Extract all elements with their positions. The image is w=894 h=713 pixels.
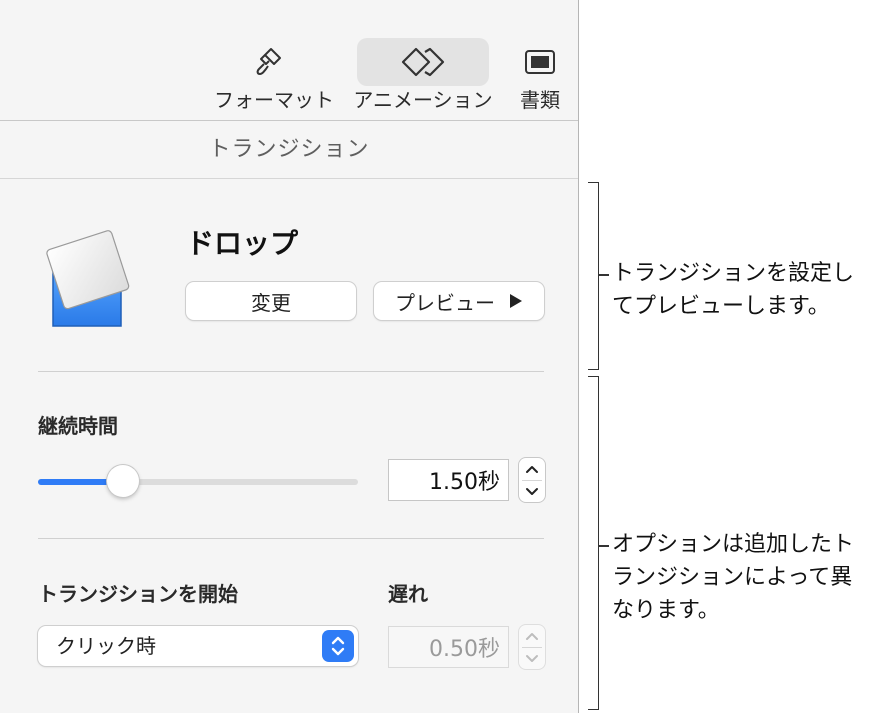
duration-label: 継続時間 <box>38 414 118 438</box>
format-tab[interactable]: フォーマット <box>214 38 334 112</box>
callout-bottom-line2: ランジションによって異 <box>612 565 853 590</box>
select-arrows-icon <box>322 630 354 662</box>
callout-top-line1: トランジションを設定し <box>612 261 855 286</box>
delay-stepper <box>519 625 545 669</box>
preview-button-label: プレビュー <box>395 290 495 315</box>
start-transition-label: トランジションを開始 <box>38 582 238 606</box>
change-button[interactable]: 変更 <box>186 282 356 320</box>
delay-field: 0.50秒 <box>388 626 509 668</box>
paintbrush-icon <box>224 42 314 82</box>
start-transition-value: クリック時 <box>56 634 156 658</box>
delay-label: 遅れ <box>388 582 428 606</box>
format-tab-label: フォーマット <box>214 88 334 112</box>
duration-stepper[interactable] <box>519 458 545 502</box>
inspector-toolbar: フォーマット アニメーション 書類 <box>0 0 578 121</box>
change-button-label: 変更 <box>251 290 291 315</box>
play-icon <box>509 293 523 309</box>
transition-name: ドロップ <box>186 227 299 260</box>
callout-tick-top <box>599 274 609 276</box>
preview-button[interactable]: プレビュー <box>374 282 544 320</box>
inspector-panel: フォーマット アニメーション 書類 トランジション ドロップ 変更 プレビュー … <box>0 0 579 713</box>
animate-tab[interactable]: アニメーション <box>353 38 493 112</box>
chevron-down-icon <box>519 647 545 669</box>
callout-bracket-top <box>588 182 599 370</box>
chevron-up-icon <box>519 625 545 647</box>
start-transition-select[interactable]: クリック時 <box>38 626 358 666</box>
callout-bracket-bottom <box>588 376 599 710</box>
duration-field[interactable]: 1.50秒 <box>388 459 509 501</box>
callout-bottom-line3: なります。 <box>612 598 720 623</box>
transition-thumbnail[interactable] <box>44 220 136 332</box>
callout-top: トランジションを設定し てプレビューします。 <box>612 257 854 323</box>
duration-slider-knob[interactable] <box>107 465 139 497</box>
callout-tick-bottom <box>599 545 609 547</box>
chevron-down-icon[interactable] <box>519 480 545 502</box>
animate-tab-label: アニメーション <box>353 88 493 112</box>
duration-value: 1.50秒 <box>429 470 500 495</box>
diamond-animate-icon <box>357 42 489 82</box>
document-icon <box>514 42 566 82</box>
duration-slider[interactable] <box>38 465 358 497</box>
chevron-up-icon[interactable] <box>519 458 545 480</box>
callout-top-line2: てプレビューします。 <box>612 294 830 319</box>
delay-value: 0.50秒 <box>429 637 500 662</box>
document-tab-label: 書類 <box>520 88 560 112</box>
callout-bottom-line1: オプションは追加したト <box>612 532 855 557</box>
divider <box>38 538 544 539</box>
document-tab[interactable]: 書類 <box>514 38 566 112</box>
section-title: トランジション <box>0 121 578 179</box>
divider <box>38 371 544 372</box>
callout-bottom: オプションは追加したト ランジションによって異 なります。 <box>612 528 854 627</box>
